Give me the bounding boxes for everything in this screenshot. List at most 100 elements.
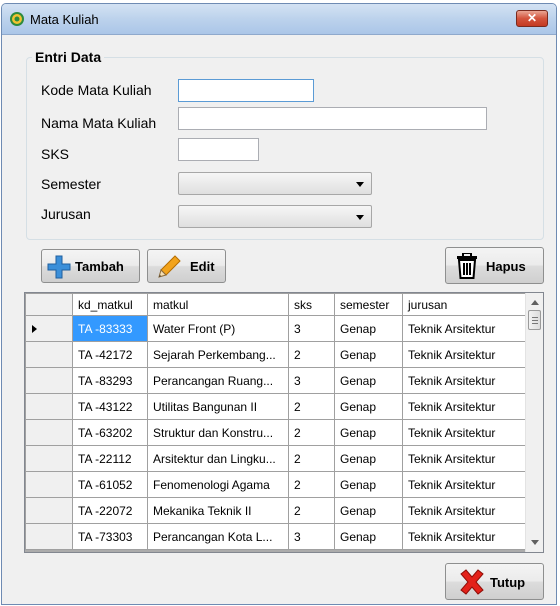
table-cell[interactable]: 2: [288, 419, 335, 446]
table-row[interactable]: TA -83333 Water Front (P) 3 Genap Teknik Ars…: [25, 315, 527, 342]
table-row[interactable]: TA -42172 Sejarah Perkembang... 2 Genap Tekn…: [25, 341, 527, 368]
column-header[interactable]: semester: [334, 293, 403, 316]
table-cell[interactable]: TA -22112: [72, 445, 148, 472]
column-header[interactable]: jurusan: [402, 293, 527, 316]
edit-button[interactable]: Edit: [147, 249, 226, 283]
grid-header-row: kd_matkul matkul sks semester jurusan: [25, 293, 527, 316]
table-cell[interactable]: TA -22072: [72, 497, 148, 524]
table-cell[interactable]: Genap: [334, 341, 403, 368]
table-cell[interactable]: TA -42172: [72, 341, 148, 368]
table-cell[interactable]: Genap: [334, 445, 403, 472]
table-cell[interactable]: Water Front (P): [147, 315, 289, 342]
jurusan-combo[interactable]: [178, 205, 372, 228]
row-header[interactable]: [25, 523, 73, 550]
table-cell[interactable]: Teknik Arsitektur: [402, 367, 527, 394]
group-title: Entri Data: [32, 49, 105, 65]
row-header[interactable]: [25, 367, 73, 394]
window-title: Mata Kuliah: [30, 12, 99, 27]
table-cell[interactable]: TA -73303: [72, 523, 148, 550]
semester-combo[interactable]: [178, 172, 372, 195]
app-icon: [10, 12, 24, 26]
table-cell[interactable]: Fenomenologi Agama: [147, 471, 289, 498]
table-cell[interactable]: TA -43122: [72, 393, 148, 420]
table-cell[interactable]: Utilitas Bangunan II: [147, 393, 289, 420]
table-cell[interactable]: TA -83333: [72, 315, 148, 342]
close-button[interactable]: ✕: [516, 10, 548, 27]
chevron-down-icon: [356, 215, 364, 220]
table-cell[interactable]: Struktur dan Konstru...: [147, 419, 289, 446]
table-cell[interactable]: 3: [288, 523, 335, 550]
table-cell[interactable]: Perancangan Ruang...: [147, 367, 289, 394]
kode-input[interactable]: [178, 79, 314, 102]
row-header[interactable]: [25, 315, 73, 342]
row-header[interactable]: [25, 393, 73, 420]
tambah-button[interactable]: Tambah: [41, 249, 140, 283]
table-cell[interactable]: Teknik Arsitektur: [402, 445, 527, 472]
row-header[interactable]: [25, 419, 73, 446]
table-cell[interactable]: Genap: [334, 471, 403, 498]
grid-table: kd_matkul matkul sks semester jurusan TA -83…: [25, 293, 527, 550]
table-row[interactable]: TA -61052 Fenomenologi Agama 2 Genap Teknik …: [25, 471, 527, 498]
table-cell[interactable]: TA -63202: [72, 419, 148, 446]
table-cell[interactable]: Genap: [334, 419, 403, 446]
row-header[interactable]: [25, 471, 73, 498]
nama-input[interactable]: [178, 107, 487, 130]
table-cell[interactable]: Teknik Arsitektur: [402, 523, 527, 550]
table-cell[interactable]: Teknik Arsitektur: [402, 315, 527, 342]
table-cell[interactable]: Genap: [334, 367, 403, 394]
table-row[interactable]: TA -73303 Perancangan Kota L... 3 Genap Tekn…: [25, 523, 527, 550]
row-header[interactable]: [25, 445, 73, 472]
table-cell[interactable]: Genap: [334, 315, 403, 342]
table-cell[interactable]: TA -83293: [72, 367, 148, 394]
table-cell[interactable]: Teknik Arsitektur: [402, 497, 527, 524]
table-cell[interactable]: 2: [288, 497, 335, 524]
tambah-label: Tambah: [75, 259, 124, 274]
row-header[interactable]: [25, 341, 73, 368]
table-cell[interactable]: Teknik Arsitektur: [402, 341, 527, 368]
table-row[interactable]: TA -83293 Perancangan Ruang... 3 Genap Tekni…: [25, 367, 527, 394]
mata-kuliah-grid[interactable]: kd_matkul matkul sks semester jurusan TA -83…: [24, 292, 544, 553]
table-row[interactable]: TA -43122 Utilitas Bangunan II 2 Genap Tekni…: [25, 393, 527, 420]
hapus-button[interactable]: Hapus: [445, 247, 544, 284]
chevron-down-icon: [356, 182, 364, 187]
title-bar[interactable]: Mata Kuliah ✕: [2, 4, 556, 35]
table-cell[interactable]: 2: [288, 393, 335, 420]
table-cell[interactable]: Teknik Arsitektur: [402, 393, 527, 420]
table-cell[interactable]: 2: [288, 471, 335, 498]
jurusan-label: Jurusan: [41, 206, 91, 222]
tutup-button[interactable]: Tutup: [445, 563, 544, 600]
scroll-down-icon[interactable]: [531, 540, 539, 545]
scroll-thumb[interactable]: [528, 310, 541, 330]
row-header[interactable]: [25, 497, 73, 524]
table-cell[interactable]: 3: [288, 367, 335, 394]
table-row[interactable]: TA -22112 Arsitektur dan Lingku... 2 Genap T…: [25, 445, 527, 472]
vertical-scrollbar[interactable]: [525, 293, 543, 552]
edit-label: Edit: [190, 259, 215, 274]
column-header[interactable]: matkul: [147, 293, 289, 316]
table-cell[interactable]: Sejarah Perkembang...: [147, 341, 289, 368]
table-cell[interactable]: 3: [288, 315, 335, 342]
table-cell[interactable]: 2: [288, 341, 335, 368]
nama-label: Nama Mata Kuliah: [41, 115, 157, 131]
table-cell[interactable]: Perancangan Kota L...: [147, 523, 289, 550]
table-cell[interactable]: TA -61052: [72, 471, 148, 498]
table-row[interactable]: TA -22072 Mekanika Teknik II 2 Genap Teknik …: [25, 497, 527, 524]
table-cell[interactable]: 2: [288, 445, 335, 472]
trash-icon: [457, 253, 477, 279]
table-cell[interactable]: Genap: [334, 523, 403, 550]
table-row[interactable]: TA -63202 Struktur dan Konstru... 2 Genap Te…: [25, 419, 527, 446]
sks-input[interactable]: [178, 138, 259, 161]
close-x-icon: [460, 569, 484, 595]
table-cell[interactable]: Arsitektur dan Lingku...: [147, 445, 289, 472]
scroll-up-icon[interactable]: [531, 300, 539, 305]
table-cell[interactable]: Teknik Arsitektur: [402, 419, 527, 446]
table-cell[interactable]: Mekanika Teknik II: [147, 497, 289, 524]
table-cell[interactable]: Genap: [334, 393, 403, 420]
column-header[interactable]: sks: [288, 293, 335, 316]
column-header[interactable]: kd_matkul: [72, 293, 148, 316]
row-header-corner[interactable]: [25, 293, 73, 316]
table-cell[interactable]: Teknik Arsitektur: [402, 471, 527, 498]
sks-label: SKS: [41, 146, 70, 162]
table-cell[interactable]: Genap: [334, 497, 403, 524]
plus-icon: [47, 255, 71, 279]
